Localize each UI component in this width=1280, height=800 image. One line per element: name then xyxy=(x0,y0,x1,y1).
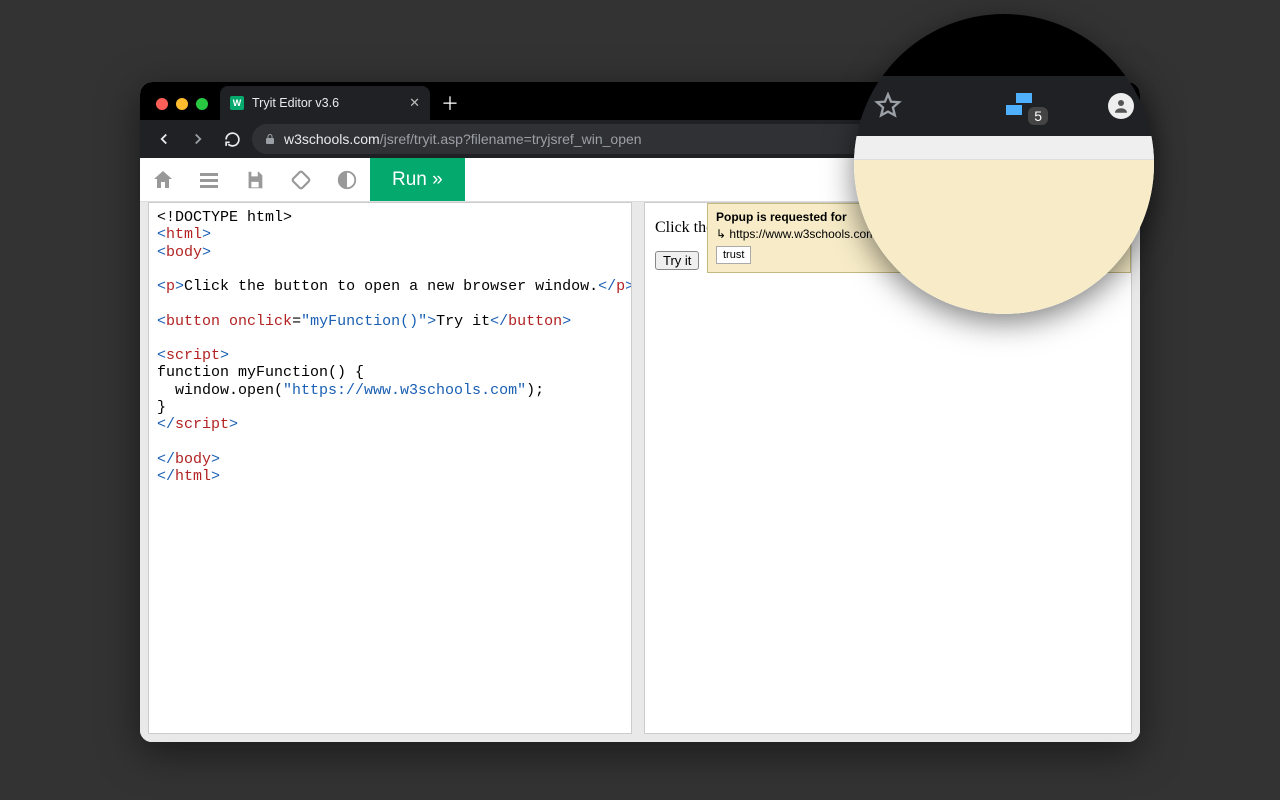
maximize-window-button[interactable] xyxy=(196,98,208,110)
back-button[interactable] xyxy=(150,125,178,153)
rotate-icon[interactable] xyxy=(278,158,324,201)
browser-tab[interactable]: W Tryit Editor v3.6 ✕ xyxy=(220,86,430,120)
run-label: Run » xyxy=(392,169,443,191)
save-icon[interactable] xyxy=(232,158,278,201)
menu-icon[interactable] xyxy=(186,158,232,201)
home-icon[interactable] xyxy=(140,158,186,201)
theme-toggle-icon[interactable] xyxy=(324,158,370,201)
magnified-toolbar: 5 xyxy=(854,76,1154,136)
window-controls xyxy=(150,98,220,120)
magnified-tab-strip xyxy=(854,14,1154,76)
profile-avatar-icon[interactable] xyxy=(1108,93,1134,119)
close-tab-icon[interactable]: ✕ xyxy=(409,95,420,111)
code-editor[interactable]: <!DOCTYPE html> <html> <body> <p>Click t… xyxy=(148,202,632,734)
trust-button[interactable]: trust xyxy=(716,246,751,264)
tab-title: Tryit Editor v3.6 xyxy=(252,96,339,110)
run-button[interactable]: Run » xyxy=(370,158,465,201)
lock-icon xyxy=(264,133,276,145)
new-tab-button[interactable]: ＋ xyxy=(436,89,464,117)
url-path: /jsref/tryit.asp?filename=tryjsref_win_o… xyxy=(380,131,642,147)
reload-button[interactable] xyxy=(218,125,246,153)
magnifier-overlay: 5 xyxy=(854,14,1154,314)
close-window-button[interactable] xyxy=(156,98,168,110)
forward-button[interactable] xyxy=(184,125,212,153)
try-it-button[interactable]: Try it xyxy=(655,251,699,270)
url-host: w3schools.com xyxy=(284,131,380,147)
site-favicon: W xyxy=(230,96,244,110)
extension-icon xyxy=(1006,93,1032,119)
extension-button[interactable]: 5 xyxy=(1006,93,1048,119)
minimize-window-button[interactable] xyxy=(176,98,188,110)
magnified-star-icon[interactable] xyxy=(874,92,902,120)
